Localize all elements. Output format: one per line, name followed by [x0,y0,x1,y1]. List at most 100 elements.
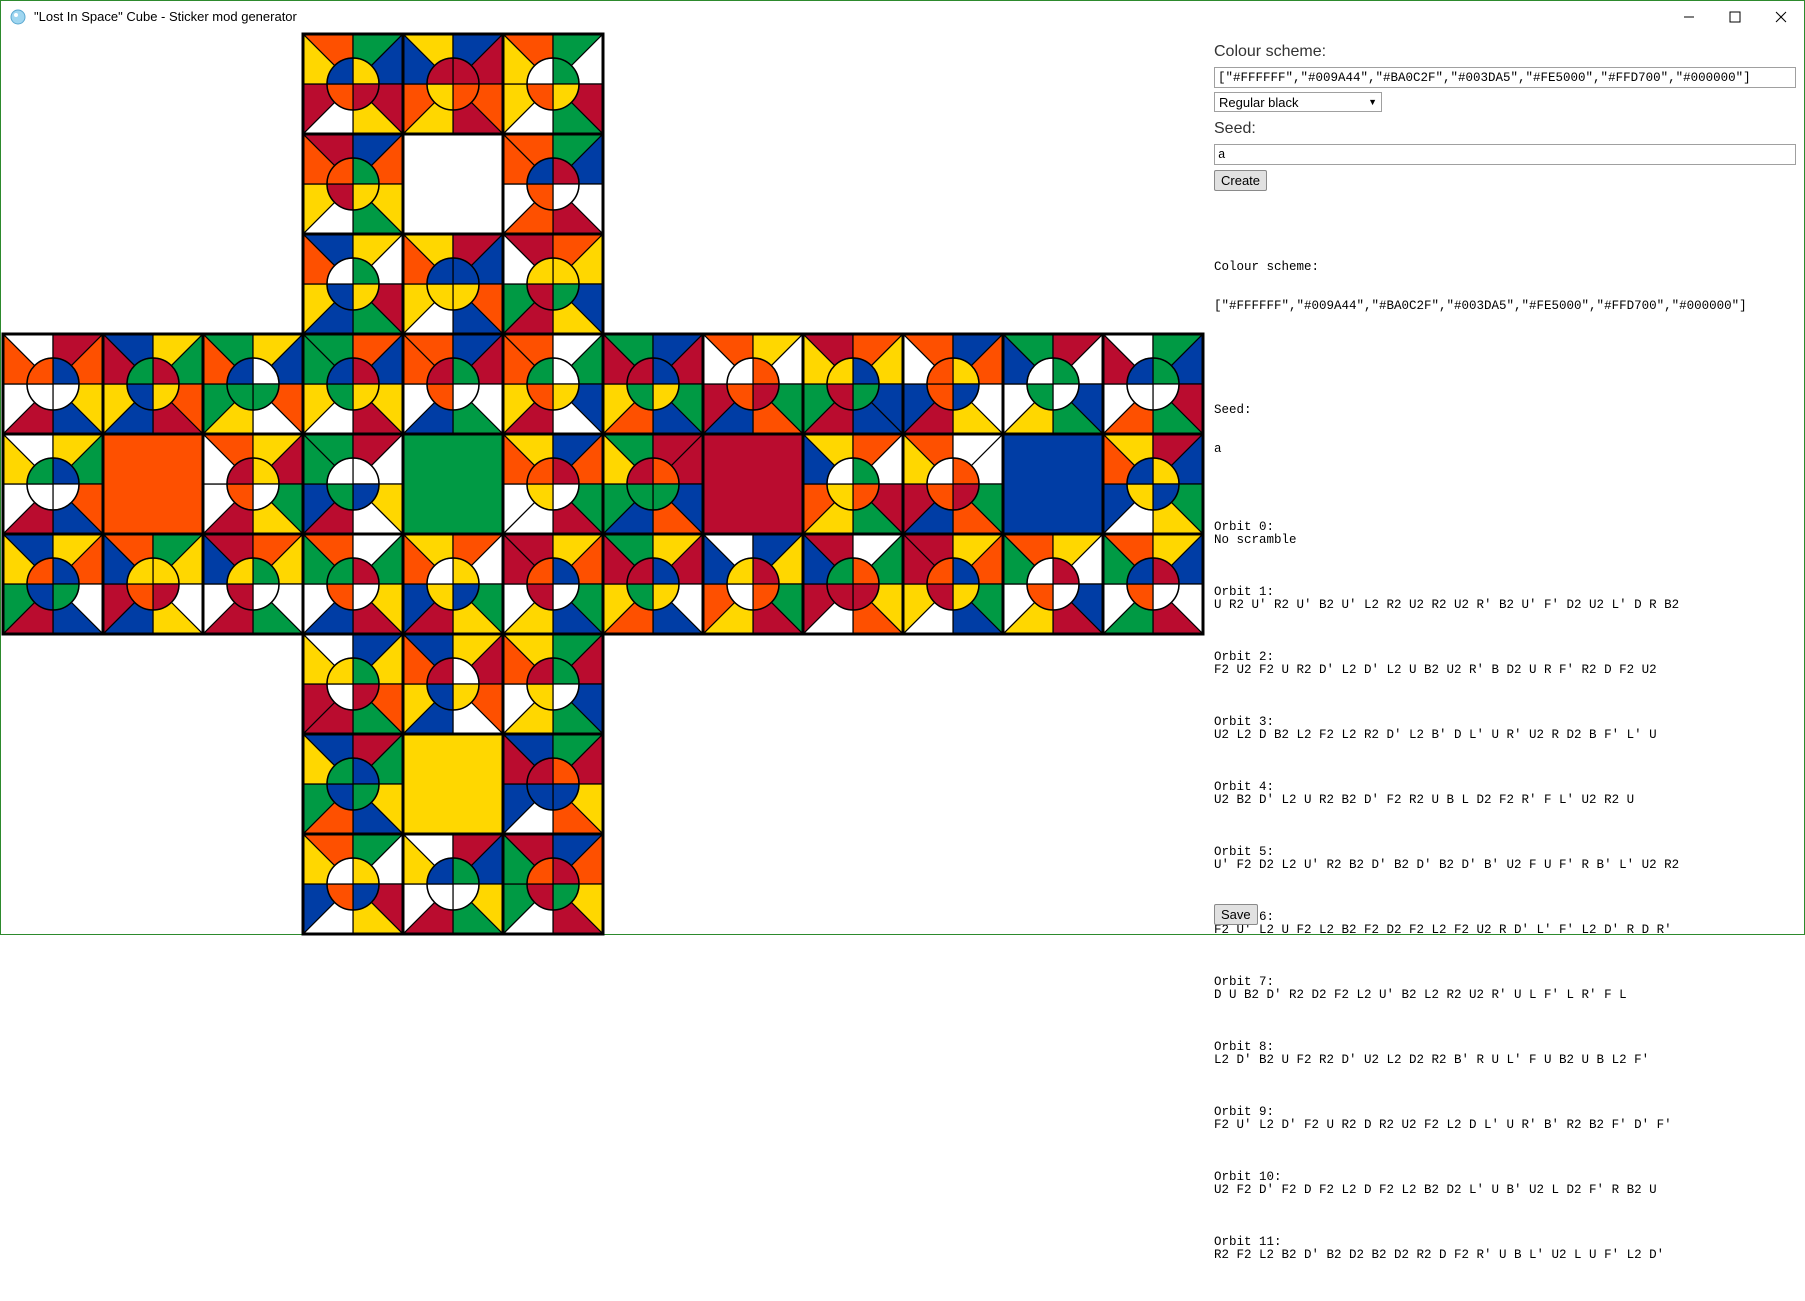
orbit-value: U' F2 D2 L2 U' R2 B2 D' B2 D' B2 D' B' U… [1214,858,1680,872]
sticker [1101,432,1205,536]
orbit-label: Orbit 7: [1214,975,1275,989]
seed-label: Seed: [1214,120,1256,137]
sticker [501,832,605,936]
sticker [1001,432,1105,536]
sticker [501,432,605,536]
orbit-label: Orbit 11: [1214,1235,1282,1249]
sticker [301,832,405,936]
orbit-value: L2 D' B2 U F2 R2 D' U2 L2 D2 R2 B' R U L… [1214,1053,1650,1067]
orbit-label: Orbit 9: [1214,1105,1275,1119]
orbit-value: U2 F2 D' F2 D F2 L2 D F2 L2 B2 D2 L' U B… [1214,1183,1657,1197]
orbit-value: F2 U' L2 D' F2 U R2 D R2 U2 F2 L2 D L' U… [1214,1118,1672,1132]
sticker [901,532,1005,636]
sticker [401,132,505,236]
sticker [301,432,405,536]
sticker-fill [703,434,803,534]
cube-net [1,32,1205,936]
sticker [701,332,805,436]
sticker [501,332,605,436]
sticker [401,632,505,736]
sticker [701,532,805,636]
sticker [101,332,205,436]
close-icon [1775,11,1787,22]
sticker [501,632,605,736]
output-colour-heading: Colour scheme: [1214,260,1320,274]
orbit-value: U R2 U' R2 U' B2 U' L2 R2 U2 R2 U2 R' B2… [1214,598,1680,612]
sticker [401,532,505,636]
sticker [701,432,805,536]
orbit-label: Orbit 10: [1214,1170,1282,1184]
seed-input[interactable] [1214,144,1796,165]
orbit-label: Orbit 0: [1214,520,1275,534]
orbit-value: D U B2 D' R2 D2 F2 L2 U' B2 L2 R2 U2 R' … [1214,988,1627,1002]
orbit-value: No scramble [1214,533,1297,547]
save-button[interactable]: Save [1214,904,1258,925]
sticker [801,332,905,436]
sticker [1101,332,1205,436]
sticker [501,32,605,136]
close-button[interactable] [1758,1,1804,32]
sticker [301,632,405,736]
orbit-label: Orbit 8: [1214,1040,1275,1054]
sticker [901,332,1005,436]
output-colour-value: ["#FFFFFF","#009A44","#BA0C2F","#003DA5"… [1214,299,1747,313]
orbit-value: R2 F2 L2 B2 D' B2 D2 B2 D2 R2 D F2 R' U … [1214,1248,1665,1262]
sticker-fill [1003,434,1103,534]
sticker [401,732,505,836]
sticker [401,832,505,936]
output-text: Colour scheme: ["#FFFFFF","#009A44","#BA… [1214,209,1799,1301]
sticker [1101,532,1205,636]
sticker [401,232,505,336]
sticker [501,532,605,636]
sticker-fill [103,434,203,534]
sticker-fill [403,134,503,234]
preset-select-value: Regular black [1219,94,1299,110]
sticker [401,32,505,136]
control-panel: Colour scheme: Regular black ▼ Seed: Cre… [1214,43,1799,1301]
sticker [301,732,405,836]
sticker [501,232,605,336]
cube-net-canvas [1,32,1206,936]
preset-select[interactable]: Regular black ▼ [1214,92,1382,112]
sticker [201,332,305,436]
sticker [1,332,105,436]
app-icon [10,9,26,24]
sticker [1001,532,1105,636]
orbit-value: F2 U2 F2 U R2 D' L2 D' L2 U B2 U2 R' B D… [1214,663,1657,677]
colour-scheme-input[interactable] [1214,67,1796,88]
sticker [401,432,505,536]
maximize-icon [1729,11,1741,22]
sticker [801,532,905,636]
sticker [901,432,1005,536]
maximize-button[interactable] [1712,1,1758,32]
create-button[interactable]: Create [1214,170,1268,191]
sticker [501,132,605,236]
sticker [101,532,205,636]
chevron-down-icon: ▼ [1368,97,1377,107]
sticker [1001,332,1105,436]
sticker [401,332,505,436]
sticker [601,532,705,636]
sticker [1,532,105,636]
output-seed-heading: Seed: [1214,403,1252,417]
minimize-button[interactable] [1666,1,1712,32]
minimize-icon [1684,16,1694,17]
sticker-fill [403,434,503,534]
sticker [301,232,405,336]
sticker [601,432,705,536]
colour-scheme-label: Colour scheme: [1214,43,1327,60]
sticker [101,432,205,536]
sticker [201,532,305,636]
sticker [201,432,305,536]
sticker [501,732,605,836]
sticker [301,532,405,636]
output-seed-value: a [1214,442,1222,456]
window-title: "Lost In Space" Cube - Sticker mod gener… [34,9,297,24]
sticker [1,432,105,536]
sticker [301,32,405,136]
title-bar: "Lost In Space" Cube - Sticker mod gener… [1,1,1804,32]
sticker [301,332,405,436]
sticker-fill [403,734,503,834]
orbit-value: U2 L2 D B2 L2 F2 L2 R2 D' L2 B' D L' U R… [1214,728,1657,742]
sticker [301,132,405,236]
